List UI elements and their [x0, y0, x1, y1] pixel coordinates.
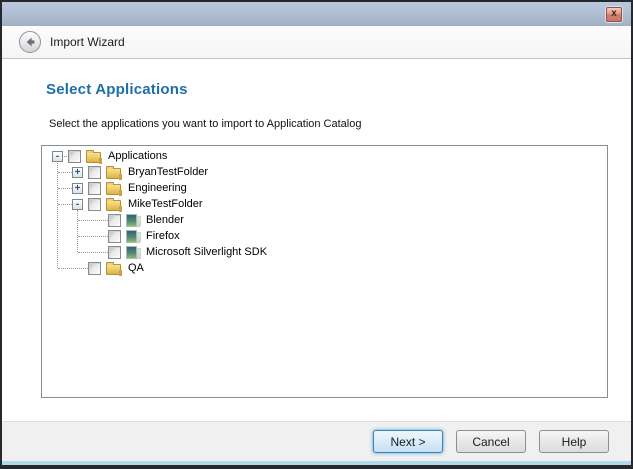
tree-item-label[interactable]: BryanTestFolder	[128, 166, 208, 178]
tree-row: - MikeTestFolder	[42, 196, 607, 212]
tree-row: - Applications	[42, 148, 607, 164]
tree-item-checkbox[interactable]	[88, 262, 101, 275]
tree-row: Firefox	[42, 228, 607, 244]
folder-icon	[106, 264, 121, 275]
page-title: Import Wizard	[50, 35, 125, 49]
folder-icon	[86, 152, 101, 163]
close-icon: x	[611, 9, 617, 19]
tree-item-label[interactable]: QA	[128, 262, 144, 274]
titlebar: x	[2, 2, 631, 26]
section-heading: Select Applications	[46, 81, 188, 98]
next-button[interactable]: Next >	[373, 430, 443, 453]
back-arrow-icon	[23, 35, 37, 49]
back-button[interactable]	[19, 31, 41, 53]
tree-rows: - Applications + BryanTestFolder + Engineerin…	[42, 146, 607, 276]
folder-icon	[106, 200, 121, 211]
tree-item-checkbox[interactable]	[108, 230, 121, 243]
tree-item-label[interactable]: Engineering	[128, 182, 187, 194]
folder-icon	[106, 168, 121, 179]
tree-row: + BryanTestFolder	[42, 164, 607, 180]
wizard-header: Import Wizard	[2, 26, 631, 59]
tree-item-checkbox[interactable]	[88, 166, 101, 179]
tree-item-checkbox[interactable]	[88, 198, 101, 211]
folder-icon	[106, 184, 121, 195]
cancel-button[interactable]: Cancel	[456, 430, 526, 453]
tree-item-label[interactable]: Applications	[108, 150, 167, 162]
tree-row: + Engineering	[42, 180, 607, 196]
bottom-frame-strip	[2, 461, 631, 465]
tree-view: - Applications + BryanTestFolder + Engineerin…	[41, 145, 608, 398]
application-icon	[126, 246, 140, 258]
tree-item-checkbox[interactable]	[108, 214, 121, 227]
footer-bar: Next > Cancel Help	[2, 421, 631, 461]
tree-row: Blender	[42, 212, 607, 228]
collapse-icon[interactable]: -	[72, 199, 83, 210]
instruction-text: Select the applications you want to impo…	[49, 118, 361, 130]
help-button[interactable]: Help	[539, 430, 609, 453]
tree-row: QA	[42, 260, 607, 276]
tree-item-checkbox[interactable]	[88, 182, 101, 195]
tree-row: Microsoft Silverlight SDK	[42, 244, 607, 260]
tree-item-checkbox[interactable]	[68, 150, 81, 163]
tree-item-label[interactable]: Blender	[146, 214, 184, 226]
close-button[interactable]: x	[606, 7, 622, 22]
tree-item-checkbox[interactable]	[108, 246, 121, 259]
tree-item-label[interactable]: MikeTestFolder	[128, 198, 203, 210]
tree-item-label[interactable]: Microsoft Silverlight SDK	[146, 246, 267, 258]
application-icon	[126, 230, 140, 242]
expand-icon[interactable]: +	[72, 183, 83, 194]
tree-item-label[interactable]: Firefox	[146, 230, 180, 242]
import-wizard-window: x Import Wizard Select Applications Sele…	[0, 0, 633, 469]
content-area: Select Applications Select the applicati…	[2, 59, 631, 421]
application-icon	[126, 214, 140, 226]
expand-icon[interactable]: +	[72, 167, 83, 178]
collapse-icon[interactable]: -	[52, 151, 63, 162]
